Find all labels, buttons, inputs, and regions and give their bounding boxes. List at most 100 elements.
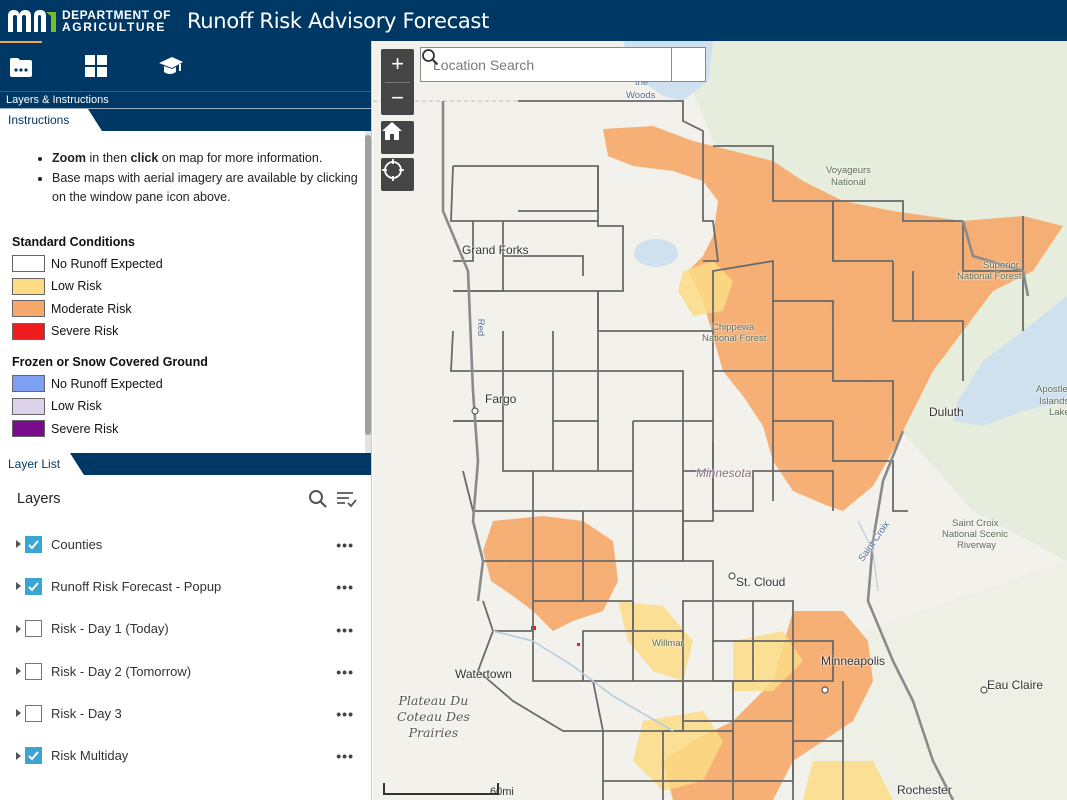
layer-row-day2[interactable]: Risk - Day 2 (Tomorrow) ••• xyxy=(0,650,371,692)
tab-layer-list[interactable]: Layer List xyxy=(0,453,70,475)
legend-row: Severe Risk xyxy=(12,418,359,441)
layer-label: Risk - Day 2 (Tomorrow) xyxy=(51,663,192,679)
filter-list-icon[interactable] xyxy=(335,488,357,510)
instructions-panel: Zoom in then click on map for more infor… xyxy=(0,131,371,453)
layer-row-day3[interactable]: Risk - Day 3 ••• xyxy=(0,692,371,734)
expand-caret-icon[interactable] xyxy=(16,667,21,676)
search-button[interactable] xyxy=(422,48,705,81)
map-label: Woods xyxy=(626,90,656,101)
home-button[interactable] xyxy=(381,121,414,154)
map-label: Apostle xyxy=(1036,384,1067,395)
map-label: St. Cloud xyxy=(736,575,786,589)
expand-caret-icon[interactable] xyxy=(16,540,21,549)
home-icon xyxy=(382,122,402,140)
swatch-frozen-no-runoff xyxy=(12,375,45,393)
legend-label: Low Risk xyxy=(51,279,102,294)
locate-crosshair-icon xyxy=(382,159,404,181)
instructions-scrollbar[interactable] xyxy=(365,131,371,453)
map-label: Rochester xyxy=(897,783,952,797)
map-canvas[interactable] xyxy=(373,41,1067,800)
search-icon[interactable] xyxy=(307,488,329,510)
layer-checkbox[interactable] xyxy=(25,620,42,638)
basemap-button[interactable] xyxy=(75,41,117,91)
standard-conditions-title: Standard Conditions xyxy=(12,234,135,249)
logo-line-2: AGRICULTURE xyxy=(62,19,167,34)
more-options-icon[interactable]: ••• xyxy=(336,537,354,553)
plateau-line: Coteau Des xyxy=(397,709,470,724)
layers-header: Layers xyxy=(0,475,371,523)
zoom-word: Zoom xyxy=(52,151,87,165)
map-label-state: Minnesota xyxy=(696,466,752,480)
map-label: Grand Forks xyxy=(462,243,529,257)
map-view[interactable]: the Woods Voyageurs National Grand Forks… xyxy=(373,41,1067,800)
basemap-grid-icon xyxy=(85,55,107,77)
layer-label: Runoff Risk Forecast - Popup xyxy=(51,578,222,594)
legend-row: No Runoff Expected xyxy=(12,253,359,276)
locate-button[interactable] xyxy=(381,158,414,191)
layer-checkbox[interactable] xyxy=(25,577,42,595)
tab-instructions[interactable]: Instructions xyxy=(0,109,88,131)
map-label: Minneapolis xyxy=(821,654,886,668)
map-label: Chippewa xyxy=(712,322,755,333)
legend-label: Moderate Risk xyxy=(51,301,132,316)
legend-label: No Runoff Expected xyxy=(51,376,163,391)
layer-row-multiday[interactable]: Risk Multiday ••• xyxy=(0,734,371,776)
map-label: National Forest xyxy=(957,271,1022,282)
layer-row-counties[interactable]: Counties ••• xyxy=(0,523,371,565)
map-label: National xyxy=(831,177,866,188)
toolbar-label: Layers & Instructions xyxy=(0,91,371,109)
map-label: National Scenic xyxy=(942,529,1009,540)
layer-checkbox[interactable] xyxy=(25,662,42,680)
more-options-icon[interactable]: ••• xyxy=(336,706,354,722)
tab-notch xyxy=(70,453,84,475)
severe-risk-spot xyxy=(577,643,580,646)
layer-label: Risk Multiday xyxy=(51,748,129,764)
more-options-icon[interactable]: ••• xyxy=(336,664,354,680)
plateau-line: Prairies xyxy=(408,725,459,740)
scroll-thumb[interactable] xyxy=(365,135,371,435)
map-label: Riverway xyxy=(957,540,997,551)
layer-list-panel: Layers Counties ••• Runoff Risk Forecast … xyxy=(0,475,371,799)
zoom-control: + − xyxy=(381,49,414,115)
legend-label: Severe Risk xyxy=(51,324,119,339)
map-label-plateau: Plateau Du Coteau Des Prairies xyxy=(397,693,470,741)
layer-checkbox[interactable] xyxy=(25,535,42,553)
legend-label: Low Risk xyxy=(51,399,102,414)
expand-caret-icon[interactable] xyxy=(16,582,21,591)
swatch-low-risk xyxy=(12,277,45,295)
instruction-basemap: Base maps with aerial imagery are availa… xyxy=(52,169,359,208)
instruction-zoom: Zoom in then click on map for more infor… xyxy=(52,149,359,169)
panel-toolbar xyxy=(0,41,371,91)
swatch-no-runoff xyxy=(12,255,45,273)
swatch-moderate-risk xyxy=(12,300,45,318)
zoom-out-button[interactable]: − xyxy=(381,83,414,116)
map-label: Saint Croix xyxy=(952,518,999,529)
more-options-icon[interactable]: ••• xyxy=(336,579,354,595)
legend-row: Low Risk xyxy=(12,275,359,298)
graduation-cap-icon xyxy=(159,57,183,74)
instructions-tab-strip: Instructions xyxy=(0,109,371,131)
more-options-icon[interactable]: ••• xyxy=(336,622,354,638)
map-label: Red xyxy=(475,318,487,337)
more-options-icon[interactable]: ••• xyxy=(336,748,354,764)
layer-row-day1[interactable]: Risk - Day 1 (Today) ••• xyxy=(0,608,371,650)
legend-row: Moderate Risk xyxy=(12,298,359,321)
expand-caret-icon[interactable] xyxy=(16,751,21,760)
layer-row-runoff-popup[interactable]: Runoff Risk Forecast - Popup ••• xyxy=(0,565,371,607)
instructions-button[interactable] xyxy=(150,41,192,91)
map-label: Willmar xyxy=(652,638,684,649)
swatch-frozen-low-risk xyxy=(12,397,45,415)
mda-logo[interactable]: DEPARTMENT OF AGRICULTURE xyxy=(6,6,171,36)
zoom-in-button[interactable]: + xyxy=(381,49,414,82)
layer-label: Counties xyxy=(51,536,103,552)
layer-label: Risk - Day 1 (Today) xyxy=(51,621,169,637)
search-input[interactable] xyxy=(421,48,671,81)
layer-checkbox[interactable] xyxy=(25,704,42,722)
check-icon xyxy=(28,582,39,592)
layer-checkbox[interactable] xyxy=(25,747,42,765)
expand-caret-icon[interactable] xyxy=(16,624,21,633)
expand-caret-icon[interactable] xyxy=(16,709,21,718)
app-title: Runoff Risk Advisory Forecast xyxy=(186,8,490,33)
layers-button[interactable] xyxy=(0,41,42,91)
legend-row: Severe Risk xyxy=(12,320,359,343)
